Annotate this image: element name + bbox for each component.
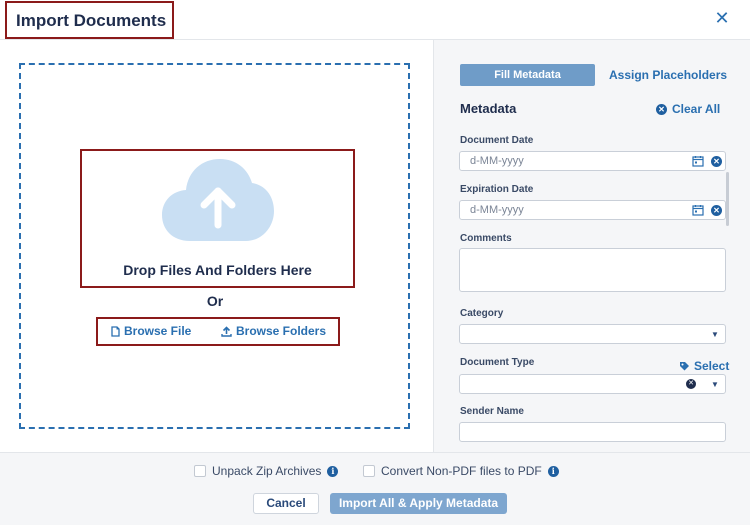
select-label: Select bbox=[694, 359, 730, 373]
document-type-select[interactable]: ✕ ▼ bbox=[459, 374, 726, 394]
dropzone[interactable]: Drop Files And Folders Here Or Browse Fi… bbox=[19, 63, 410, 429]
browse-file-link[interactable]: Browse File bbox=[111, 324, 191, 338]
dialog-footer: Unpack Zip Archives i Convert Non-PDF fi… bbox=[0, 452, 750, 525]
title-highlight: Import Documents bbox=[5, 1, 174, 39]
calendar-icon[interactable] bbox=[692, 155, 704, 167]
drop-area-highlight: Drop Files And Folders Here bbox=[80, 149, 355, 288]
chevron-down-icon: ▼ bbox=[711, 380, 719, 389]
comments-field[interactable] bbox=[459, 248, 726, 292]
expiration-date-field[interactable]: d-MM-yyyy ✕ bbox=[459, 200, 726, 220]
sender-name-label: Sender Name bbox=[460, 406, 524, 417]
cancel-button[interactable]: Cancel bbox=[253, 493, 319, 514]
browse-folders-label: Browse Folders bbox=[236, 324, 327, 338]
close-icon[interactable]: ✕ bbox=[712, 8, 732, 28]
metadata-heading: Metadata bbox=[460, 101, 517, 116]
document-date-placeholder: d-MM-yyyy bbox=[470, 155, 524, 167]
info-icon[interactable]: i bbox=[547, 465, 559, 477]
tag-icon bbox=[680, 361, 689, 370]
select-document-type-link[interactable]: Select bbox=[679, 359, 729, 373]
chevron-down-icon: ▼ bbox=[711, 330, 719, 339]
unpack-zip-label: Unpack Zip Archives bbox=[212, 464, 322, 478]
cloud-upload-icon bbox=[162, 159, 274, 241]
tab-assign-placeholders[interactable]: Assign Placeholders bbox=[609, 68, 727, 82]
document-date-label: Document Date bbox=[460, 135, 534, 146]
upload-icon bbox=[221, 325, 232, 337]
upload-pane: Drop Files And Folders Here Or Browse Fi… bbox=[0, 40, 433, 452]
category-label: Category bbox=[460, 308, 504, 319]
metadata-panel: Fill Metadata Assign Placeholders Metada… bbox=[433, 40, 750, 452]
scrollbar[interactable] bbox=[726, 172, 729, 226]
info-icon[interactable]: i bbox=[327, 465, 339, 477]
clear-type-icon[interactable]: ✕ bbox=[686, 379, 696, 389]
clear-all-button[interactable]: ✕ Clear All bbox=[656, 102, 720, 116]
document-type-label: Document Type bbox=[460, 357, 535, 368]
expiration-date-placeholder: d-MM-yyyy bbox=[470, 204, 524, 216]
sender-name-field[interactable] bbox=[459, 422, 726, 442]
import-all-button[interactable]: Import All & Apply Metadata bbox=[330, 493, 507, 514]
browse-file-label: Browse File bbox=[124, 324, 192, 338]
unpack-zip-checkbox[interactable] bbox=[194, 465, 206, 477]
unpack-zip-option[interactable]: Unpack Zip Archives i bbox=[194, 464, 339, 478]
or-separator: Or bbox=[206, 293, 224, 309]
convert-pdf-label: Convert Non-PDF files to PDF bbox=[381, 464, 542, 478]
expiration-date-label: Expiration Date bbox=[460, 184, 534, 195]
file-icon bbox=[111, 325, 120, 337]
clear-date-icon[interactable]: ✕ bbox=[711, 205, 722, 216]
comments-label: Comments bbox=[460, 233, 512, 244]
clear-all-label: Clear All bbox=[672, 102, 721, 116]
clear-circle-icon: ✕ bbox=[656, 103, 667, 115]
drop-instructions: Drop Files And Folders Here bbox=[123, 262, 312, 278]
category-select[interactable]: ▼ bbox=[459, 324, 726, 344]
calendar-icon[interactable] bbox=[692, 204, 704, 216]
dialog-header: Import Documents ✕ bbox=[0, 0, 750, 40]
document-date-field[interactable]: d-MM-yyyy ✕ bbox=[459, 151, 726, 171]
browse-folders-link[interactable]: Browse Folders bbox=[221, 324, 326, 338]
browse-options-highlight: Browse File Browse Folders bbox=[96, 317, 340, 346]
convert-pdf-checkbox[interactable] bbox=[363, 465, 375, 477]
tab-fill-metadata[interactable]: Fill Metadata bbox=[460, 64, 595, 86]
convert-pdf-option[interactable]: Convert Non-PDF files to PDF i bbox=[363, 464, 559, 478]
dialog-title: Import Documents bbox=[16, 11, 167, 30]
clear-date-icon[interactable]: ✕ bbox=[711, 156, 722, 167]
